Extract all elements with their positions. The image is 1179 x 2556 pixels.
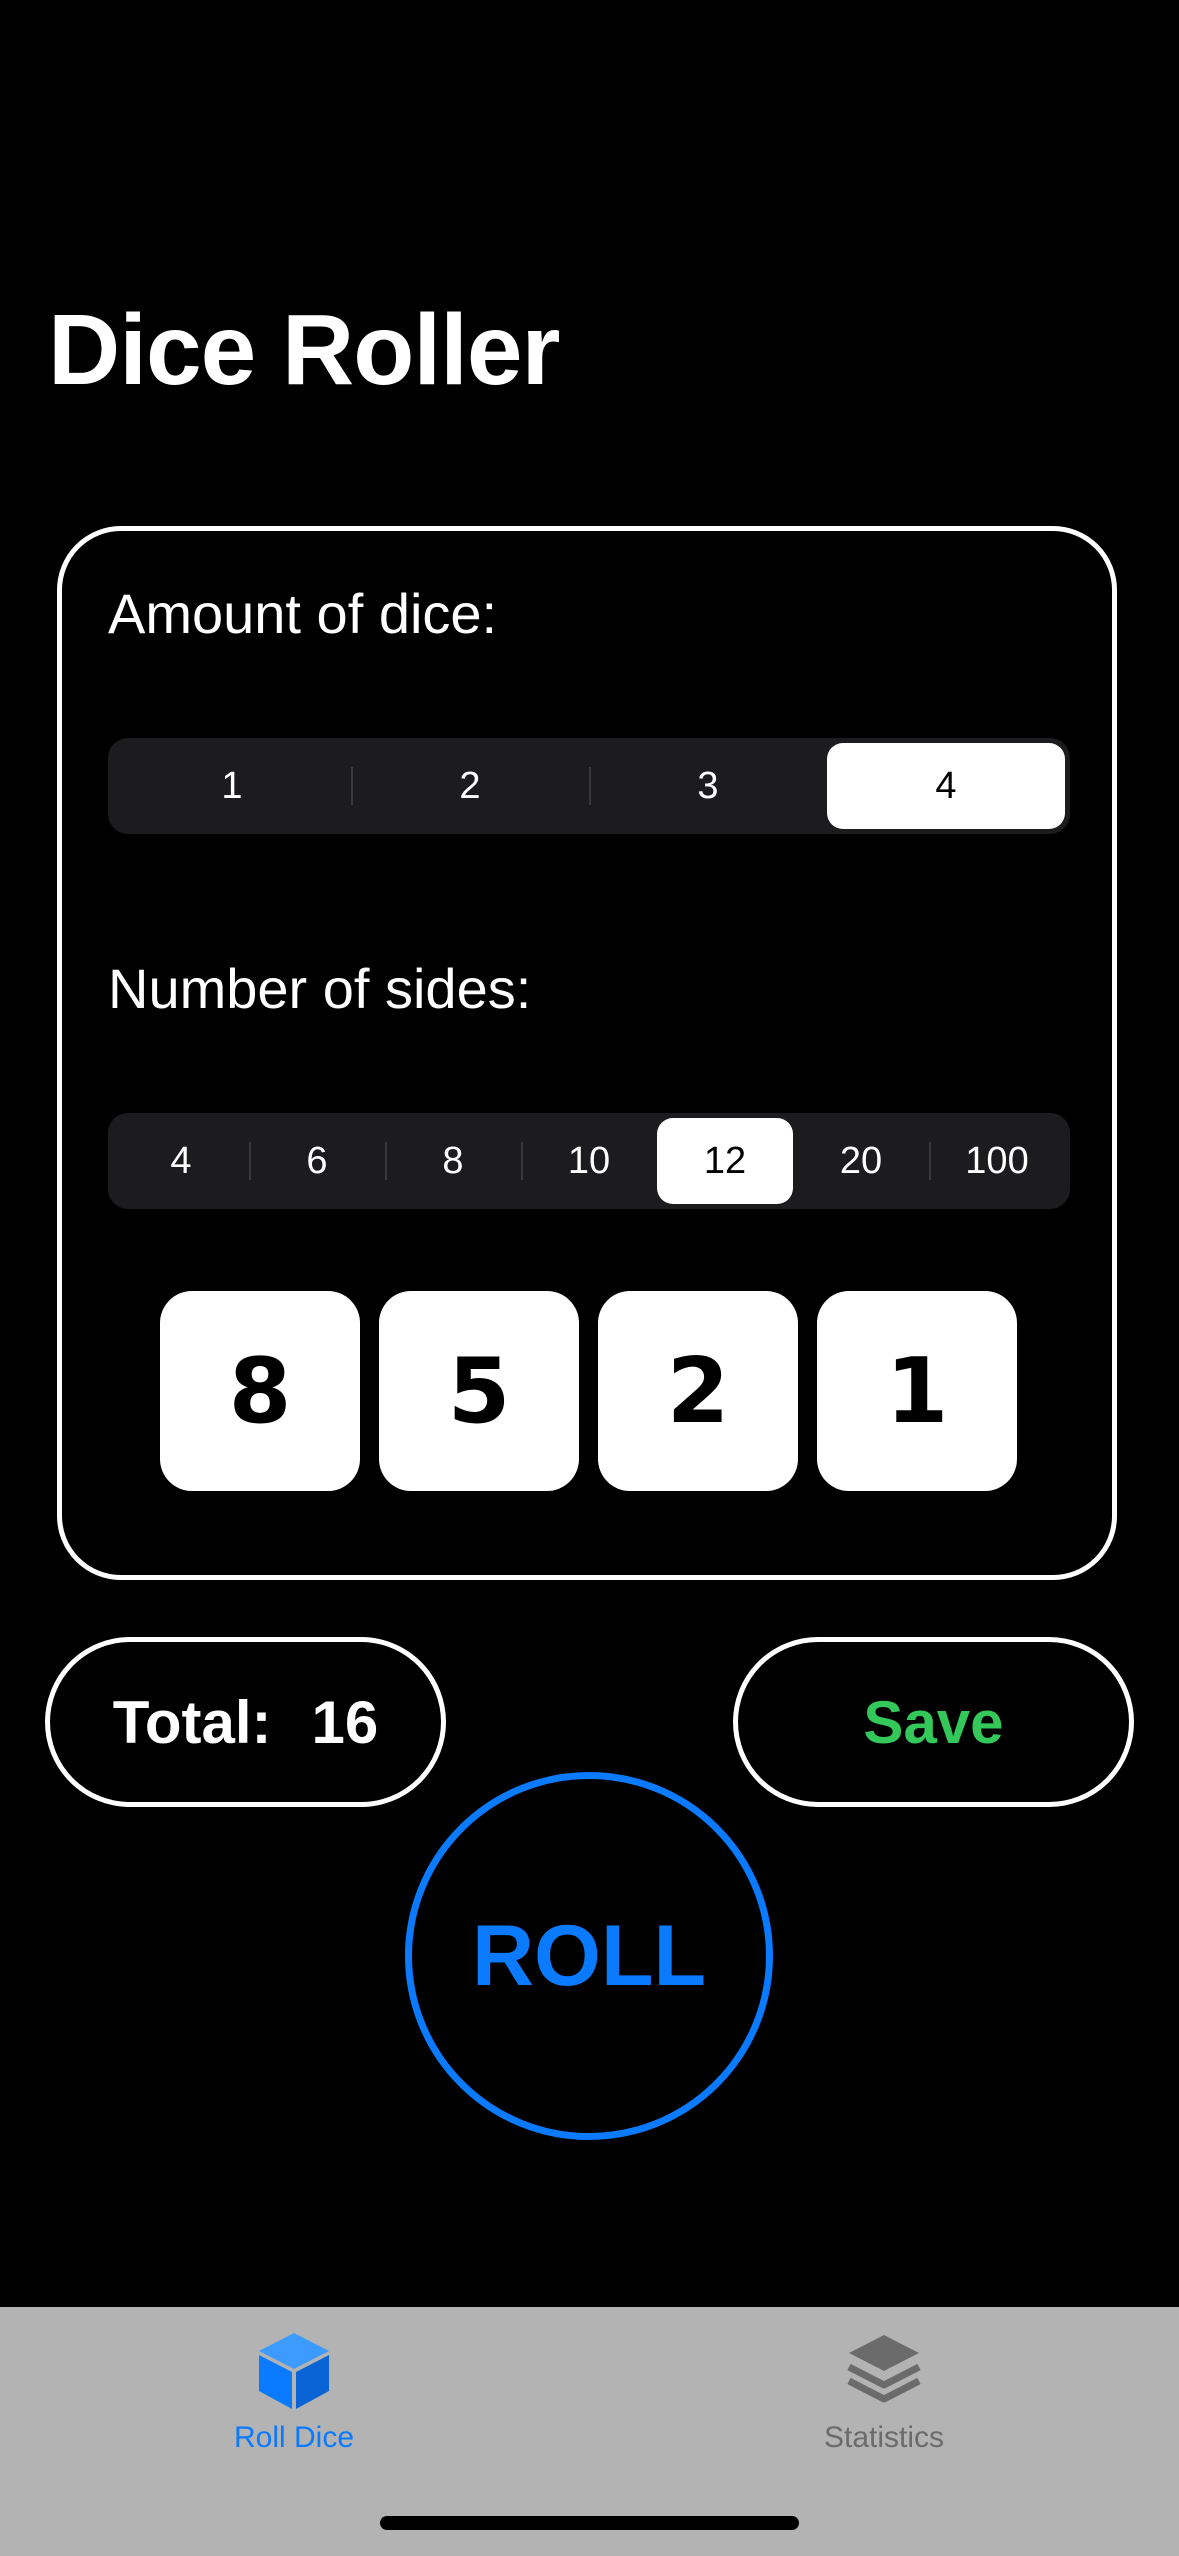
tab-statistics-label: Statistics (823, 2421, 945, 2454)
sides-option-4[interactable]: 4 (113, 1118, 249, 1204)
total-display: Total: 16 (45, 1637, 446, 1807)
amount-of-dice-label: Amount of dice: (108, 582, 498, 645)
die-result: 1 (817, 1291, 1017, 1491)
amount-option-4[interactable]: 4 (827, 743, 1065, 829)
number-of-sides-label: Number of sides: (108, 957, 532, 1020)
stack-icon (847, 2335, 921, 2403)
tab-statistics[interactable]: Statistics (734, 2307, 1034, 2455)
sides-option-12[interactable]: 12 (657, 1118, 793, 1204)
sides-option-8[interactable]: 8 (385, 1118, 521, 1204)
total-value: 16 (311, 1688, 379, 1756)
roll-button[interactable]: ROLL (405, 1772, 773, 2140)
sides-option-10[interactable]: 10 (521, 1118, 657, 1204)
amount-option-3[interactable]: 3 (589, 743, 827, 829)
sides-option-20[interactable]: 20 (793, 1118, 929, 1204)
page-title: Dice Roller (48, 294, 560, 406)
die-result: 5 (379, 1291, 579, 1491)
cube-icon (259, 2333, 329, 2409)
save-button[interactable]: Save (733, 1637, 1134, 1807)
die-result: 8 (160, 1291, 360, 1491)
tab-roll-dice[interactable]: Roll Dice (144, 2307, 444, 2455)
amount-option-2[interactable]: 2 (351, 743, 589, 829)
tab-roll-dice-label: Roll Dice (233, 2421, 355, 2454)
die-result: 2 (598, 1291, 798, 1491)
sides-option-6[interactable]: 6 (249, 1118, 385, 1204)
amount-of-dice-picker[interactable]: 1 2 3 4 (108, 738, 1070, 834)
home-indicator[interactable] (380, 2516, 799, 2530)
total-label: Total: (112, 1688, 272, 1756)
amount-option-1[interactable]: 1 (113, 743, 351, 829)
dice-results: 8 5 2 1 (160, 1291, 1017, 1491)
number-of-sides-picker[interactable]: 4 6 8 10 12 20 100 (108, 1113, 1070, 1209)
sides-option-100[interactable]: 100 (929, 1118, 1065, 1204)
